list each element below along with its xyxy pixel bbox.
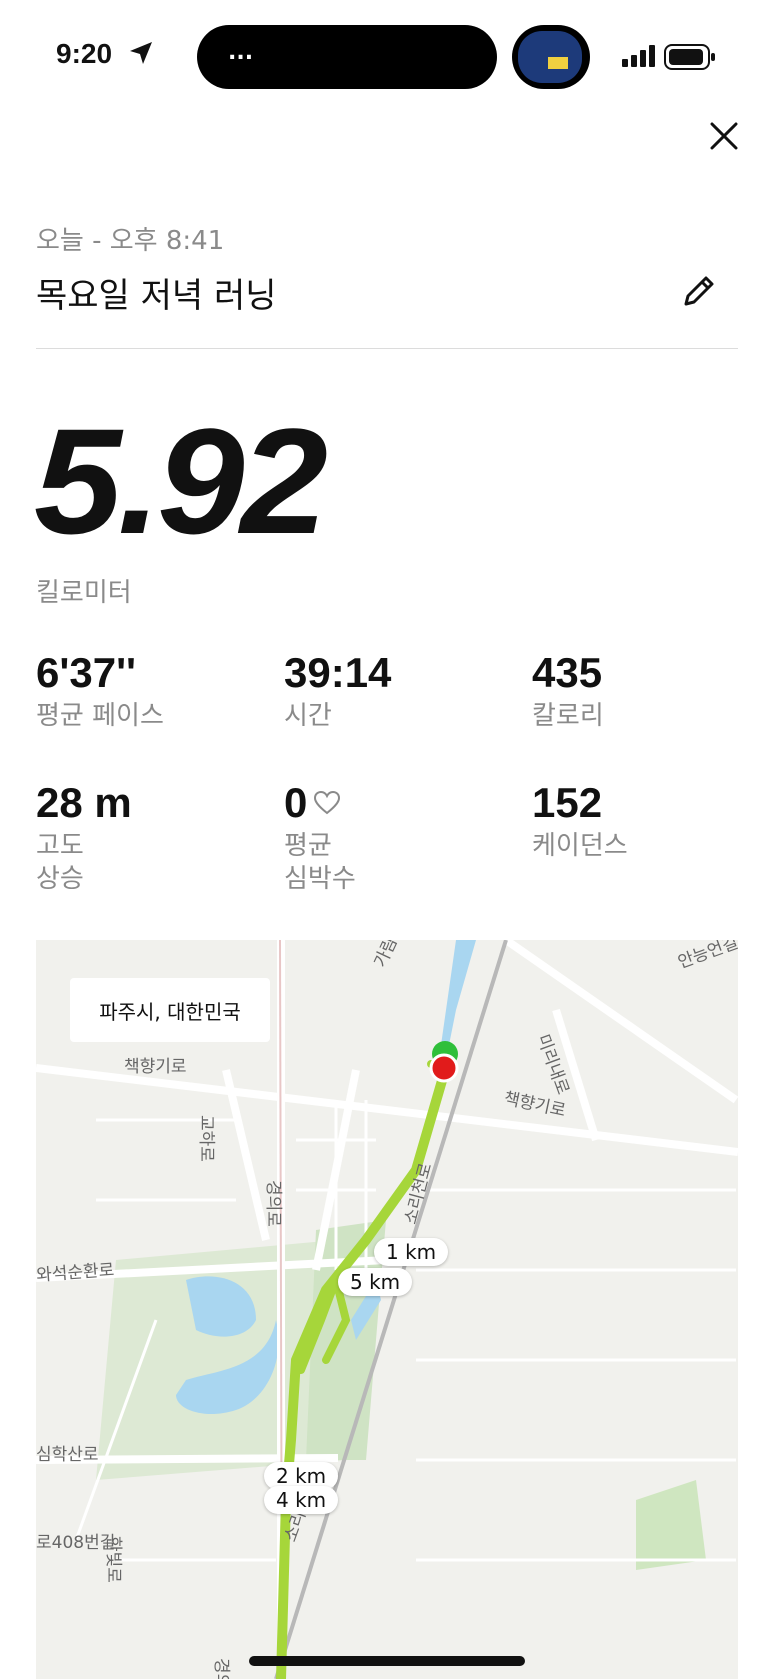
road-label: 책향기로: [124, 1057, 187, 1077]
close-icon[interactable]: [706, 118, 742, 154]
stat-value: 152: [532, 779, 603, 826]
activity-title: 목요일 저녁 러닝: [36, 276, 277, 316]
island-text: ...: [228, 40, 254, 65]
map-canvas: [36, 940, 738, 1679]
road-label: 심학산로: [36, 1445, 99, 1465]
map-location-label: 파주시, 대한민국: [70, 978, 270, 1042]
stat-label: 칼로리: [532, 701, 604, 732]
home-indicator[interactable]: [249, 1656, 525, 1666]
km-marker: 1 km: [374, 1238, 449, 1266]
stat-heart-rate: 0 평균 심박수: [284, 779, 356, 895]
stat-label: 평균 페이스: [36, 701, 164, 732]
route-map[interactable]: 파주시, 대한민국 가람로116번길 안능언길 책향기로 책향기로 미리내로 교…: [36, 940, 738, 1679]
stat-label: 시간: [284, 701, 332, 732]
distance-unit: 킬로미터: [36, 578, 132, 608]
header-divider: [36, 348, 738, 349]
stat-elevation: 28 m 고도 상승: [36, 779, 132, 895]
stat-cadence: 152 케이던스: [532, 779, 628, 863]
stat-calories: 435 칼로리: [532, 649, 604, 733]
distance-value: 5.92: [34, 397, 328, 565]
stat-value: 0: [284, 779, 308, 826]
stat-value-wrap: 0: [284, 779, 356, 826]
stat-label: 고도 상승: [36, 831, 84, 894]
stat-time: 39:14 시간: [284, 649, 392, 733]
road-label: 교하로: [196, 1115, 216, 1162]
cellular-signal-icon: [622, 45, 655, 67]
stat-label: 평균 심박수: [284, 831, 356, 894]
stat-value: 435: [532, 649, 603, 696]
km-marker: 5 km: [338, 1268, 413, 1296]
stat-value: 28 m: [36, 779, 132, 826]
edit-pencil-icon[interactable]: [678, 270, 720, 312]
km-marker: 4 km: [264, 1486, 339, 1514]
stat-value: 6'37'': [36, 649, 137, 696]
location-arrow-icon: [130, 42, 152, 64]
now-playing-thumbnail[interactable]: [512, 25, 590, 89]
stat-value: 39:14: [284, 649, 392, 696]
road-label: 경의로: [263, 1180, 283, 1227]
heart-icon: [314, 791, 341, 815]
activity-datetime: 오늘 - 오후 8:41: [36, 226, 225, 256]
road-label: 경의: [211, 1658, 231, 1679]
stat-label: 케이던스: [532, 831, 628, 862]
stat-avg-pace: 6'37'' 평균 페이스: [36, 649, 164, 733]
status-time: 9:20: [56, 38, 113, 69]
battery-icon: [664, 44, 715, 70]
road-label: 한빛로: [103, 1536, 123, 1583]
